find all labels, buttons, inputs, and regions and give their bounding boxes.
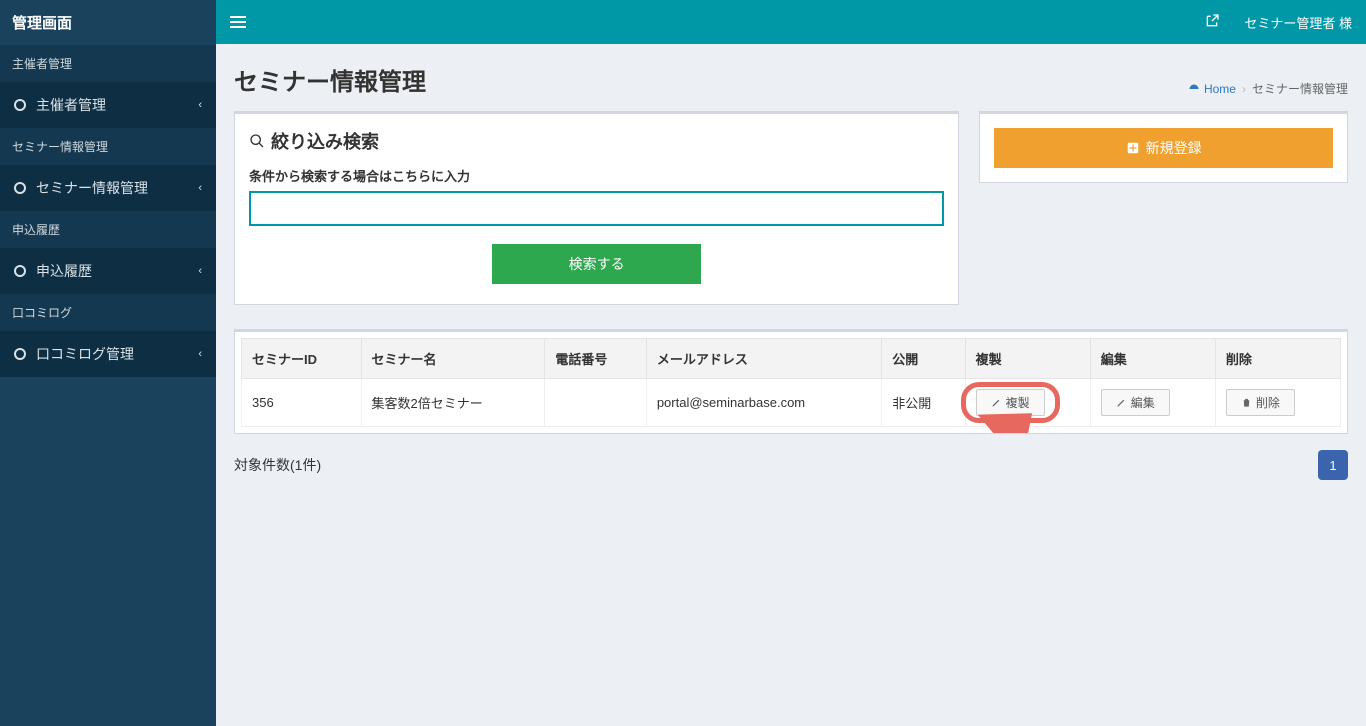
- sidebar-item-label: セミナー情報管理: [36, 178, 148, 198]
- sidebar: 管理画面 主催者管理 主催者管理 ‹ セミナー情報管理 セミナー情報管理 ‹ 申…: [0, 0, 216, 726]
- cell-email: portal@seminarbase.com: [646, 379, 881, 427]
- pencil-icon: [991, 397, 1002, 408]
- table-row: 356 集客数2倍セミナー portal@seminarbase.com 非公開…: [242, 379, 1341, 427]
- copy-button[interactable]: 複製: [976, 389, 1045, 416]
- sidebar-item-label: 申込履歴: [36, 261, 92, 281]
- circle-icon: [14, 265, 26, 277]
- cell-id: 356: [242, 379, 362, 427]
- page-button[interactable]: 1: [1318, 450, 1348, 480]
- edit-button[interactable]: 編集: [1101, 389, 1170, 416]
- pagination: 1: [1318, 450, 1348, 480]
- result-count: 対象件数(1件): [234, 455, 321, 475]
- sidebar-item-label: 主催者管理: [36, 95, 106, 115]
- search-panel-title: 絞り込み検索: [249, 128, 944, 154]
- sidebar-item-application[interactable]: 申込履歴 ‹: [0, 248, 216, 294]
- delete-button[interactable]: 削除: [1226, 389, 1295, 416]
- topbar: セミナー管理者 様: [216, 0, 1366, 44]
- page-title: セミナー情報管理: [234, 62, 426, 97]
- new-register-button[interactable]: 新規登録: [994, 128, 1333, 168]
- sidebar-group-header-application: 申込履歴: [0, 211, 216, 248]
- plus-square-icon: [1126, 141, 1140, 155]
- breadcrumb-home[interactable]: Home: [1188, 82, 1236, 96]
- search-input[interactable]: [249, 191, 944, 226]
- external-link-icon[interactable]: [1204, 13, 1220, 32]
- actions-panel: 新規登録: [979, 111, 1348, 183]
- cell-public: 非公開: [882, 379, 965, 427]
- sidebar-item-review[interactable]: 口コミログ管理 ‹: [0, 331, 216, 377]
- breadcrumb-separator: ›: [1242, 82, 1246, 96]
- results-table: セミナーID セミナー名 電話番号 メールアドレス 公開 複製 編集 削除 35…: [234, 329, 1348, 434]
- th-public: 公開: [882, 339, 965, 379]
- th-edit: 編集: [1090, 339, 1215, 379]
- cell-phone: [545, 379, 646, 427]
- menu-toggle-icon[interactable]: [230, 16, 246, 28]
- cell-name: 集客数2倍セミナー: [361, 379, 545, 427]
- search-button[interactable]: 検索する: [492, 244, 701, 284]
- search-icon: [249, 133, 265, 149]
- chevron-left-icon: ‹: [198, 348, 202, 360]
- sidebar-group-header-seminar: セミナー情報管理: [0, 128, 216, 165]
- circle-icon: [14, 348, 26, 360]
- sidebar-item-label: 口コミログ管理: [36, 344, 134, 364]
- sidebar-item-seminar[interactable]: セミナー情報管理 ‹: [0, 165, 216, 211]
- circle-icon: [14, 99, 26, 111]
- sidebar-item-organizers[interactable]: 主催者管理 ‹: [0, 82, 216, 128]
- trash-icon: [1241, 397, 1252, 408]
- breadcrumb: Home › セミナー情報管理: [1188, 80, 1348, 97]
- search-label: 条件から検索する場合はこちらに入力: [249, 166, 944, 185]
- th-email: メールアドレス: [646, 339, 881, 379]
- user-label[interactable]: セミナー管理者 様: [1244, 13, 1352, 32]
- sidebar-group-header-review: 口コミログ: [0, 294, 216, 331]
- th-id: セミナーID: [242, 339, 362, 379]
- dashboard-icon: [1188, 83, 1200, 95]
- th-name: セミナー名: [361, 339, 545, 379]
- chevron-left-icon: ‹: [198, 99, 202, 111]
- chevron-left-icon: ‹: [198, 182, 202, 194]
- circle-icon: [14, 182, 26, 194]
- th-copy: 複製: [965, 339, 1090, 379]
- sidebar-brand: 管理画面: [0, 0, 216, 45]
- pencil-icon: [1116, 397, 1127, 408]
- th-phone: 電話番号: [545, 339, 646, 379]
- search-panel: 絞り込み検索 条件から検索する場合はこちらに入力 検索する: [234, 111, 959, 305]
- breadcrumb-current: セミナー情報管理: [1252, 80, 1348, 97]
- th-del: 削除: [1215, 339, 1340, 379]
- chevron-left-icon: ‹: [198, 265, 202, 277]
- sidebar-group-header-organizers: 主催者管理: [0, 45, 216, 82]
